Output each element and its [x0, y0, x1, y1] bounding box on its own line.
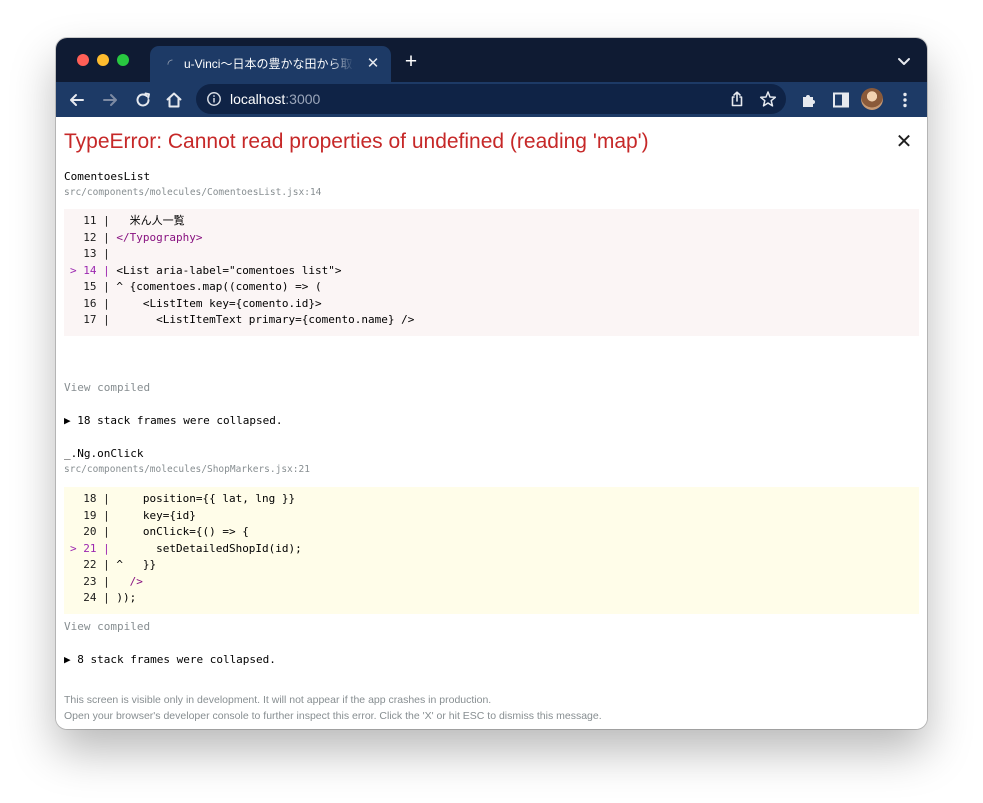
tab-strip: ◜ u-Vinci〜日本の豊かな田から取れる ✕ + [56, 38, 927, 82]
code-line: 11 | 米ん人一覧 [70, 213, 185, 229]
code-line: 23 | /> [70, 574, 143, 590]
collapsed-frames-toggle[interactable]: ▶ 18 stack frames were collapsed. [64, 414, 283, 428]
url-text[interactable]: localhost:3000 [230, 90, 320, 108]
line-number: 23 | [70, 575, 117, 588]
view-compiled-link[interactable]: View compiled [64, 381, 150, 395]
frame-file-path[interactable]: src/components/molecules/ShopMarkers.jsx… [64, 464, 310, 476]
browser-window: ◜ u-Vinci〜日本の豊かな田から取れる ✕ + [56, 38, 927, 729]
line-number: 12 | [70, 231, 117, 244]
line-number: 20 | [70, 525, 117, 538]
source-code-frame: 11 | 米ん人一覧 12 | </Typography> 13 | > 14 … [64, 209, 919, 336]
line-number: 13 | [70, 247, 117, 260]
code-line: 24 | )); [70, 590, 136, 606]
profile-avatar[interactable] [861, 88, 883, 110]
new-tab-icon[interactable]: + [400, 51, 422, 74]
dev-notice-line-2: Open your browser's developer console to… [64, 710, 602, 722]
back-arrow-icon[interactable] [67, 90, 87, 110]
url-port: :3000 [285, 91, 321, 107]
reload-icon[interactable] [133, 90, 153, 110]
toolbar: localhost:3000 [56, 82, 927, 117]
line-number: 15 | [70, 280, 117, 293]
url-host: localhost [230, 91, 286, 107]
code-text: <ListItem key={comento.id}> [116, 297, 322, 310]
code-line: 19 | key={id} [70, 508, 196, 524]
line-number: 24 | [70, 591, 117, 604]
code-text: position={{ lat, lng }} [116, 492, 296, 505]
code-line: 15 | ^ {comentoes.map((comento) => ( [70, 279, 322, 295]
line-number: 18 | [70, 492, 117, 505]
dev-notice-line-1: This screen is visible only in developme… [64, 694, 492, 706]
kebab-menu-icon[interactable] [895, 90, 915, 110]
code-line: 22 | ^ }} [70, 557, 156, 573]
line-number: > 14 | [70, 264, 117, 277]
home-icon[interactable] [164, 90, 184, 110]
dismiss-close-icon[interactable]: ✕ [894, 132, 914, 152]
code-line: 20 | onClick={() => { [70, 524, 249, 540]
error-title: TypeError: Cannot read properties of und… [64, 130, 649, 153]
view-compiled-link[interactable]: View compiled [64, 620, 150, 634]
address-bar[interactable]: localhost:3000 [196, 84, 786, 114]
code-text: <ListItemText primary={comento.name} /> [116, 313, 415, 326]
error-overlay: TypeError: Cannot read properties of und… [56, 117, 927, 729]
loading-spinner-icon: ◜ [167, 56, 173, 71]
line-number: 11 | [70, 214, 117, 227]
compiled-code-frame: 18 | position={{ lat, lng }} 19 | key={i… [64, 487, 919, 614]
code-text: <List aria-label="comentoes list"> [116, 264, 342, 277]
code-text: key={id} [116, 509, 196, 522]
code-text: 米ん人一覧 [116, 214, 185, 227]
line-number: 16 | [70, 297, 117, 310]
extensions-puzzle-icon[interactable] [799, 90, 819, 110]
minimize-window-button[interactable] [97, 54, 109, 66]
code-line-highlighted: > 14 | <List aria-label="comentoes list"… [70, 263, 342, 279]
collapsed-frames-toggle[interactable]: ▶ 8 stack frames were collapsed. [64, 653, 276, 667]
code-line: 17 | <ListItemText primary={comento.name… [70, 312, 414, 328]
line-number: 22 | [70, 558, 117, 571]
tab-close-icon[interactable]: ✕ [364, 55, 382, 73]
bookmark-star-icon[interactable] [759, 90, 777, 108]
chevron-down-icon[interactable] [894, 54, 914, 70]
forward-arrow-icon[interactable] [100, 90, 120, 110]
line-number: > 21 | [70, 542, 117, 555]
code-line: 16 | <ListItem key={comento.id}> [70, 296, 322, 312]
frame-function-name: _.Ng.onClick [64, 447, 144, 460]
code-line: 12 | </Typography> [70, 230, 202, 246]
close-window-button[interactable] [77, 54, 89, 66]
code-line: 18 | position={{ lat, lng }} [70, 491, 295, 507]
side-panel-icon[interactable] [831, 90, 851, 110]
info-icon[interactable] [206, 91, 222, 107]
code-line: 13 | [70, 246, 116, 262]
code-text: /> [116, 575, 143, 588]
code-text: </Typography> [116, 231, 203, 244]
code-text: ^ }} [116, 558, 157, 571]
tab-title: u-Vinci〜日本の豊かな田から取れる [184, 57, 354, 71]
tab-active[interactable]: ◜ u-Vinci〜日本の豊かな田から取れる ✕ [150, 46, 391, 82]
code-line-highlighted: > 21 | setDetailedShopId(id); [70, 541, 302, 557]
code-text: )); [116, 591, 137, 604]
code-text: setDetailedShopId(id); [116, 542, 302, 555]
frame-file-path[interactable]: src/components/molecules/ComentoesList.j… [64, 187, 321, 199]
line-number: 17 | [70, 313, 117, 326]
line-number: 19 | [70, 509, 117, 522]
zoom-window-button[interactable] [117, 54, 129, 66]
frame-function-name: ComentoesList [64, 170, 151, 183]
code-text: onClick={() => { [116, 525, 249, 538]
share-icon[interactable] [728, 90, 746, 108]
code-text: ^ {comentoes.map((comento) => ( [116, 280, 322, 293]
